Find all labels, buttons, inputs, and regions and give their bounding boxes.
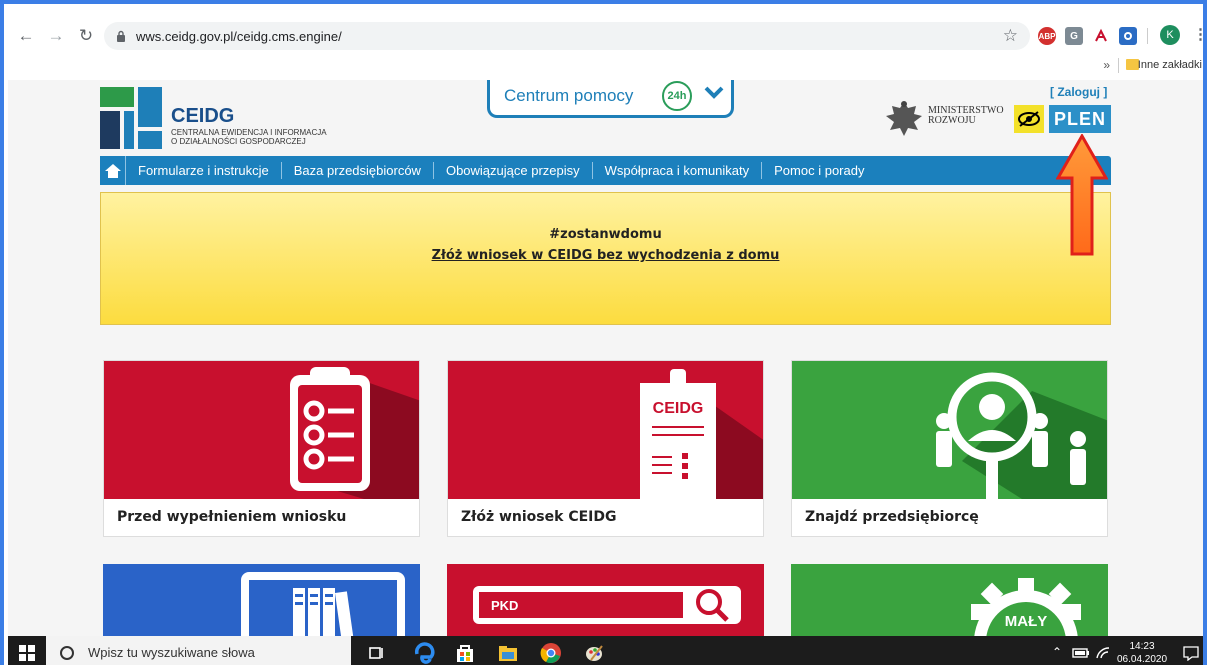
adobe-icon[interactable]: [1092, 27, 1110, 45]
g-extension-icon[interactable]: G: [1065, 27, 1083, 45]
polish-eagle-emblem: [886, 101, 922, 136]
ceidg-logo-mark: [100, 87, 162, 149]
show-hidden-icons-chevron[interactable]: ⌃: [1052, 645, 1062, 659]
tile-image-text: CEIDG: [653, 400, 704, 417]
bookmarks-separator: [1118, 58, 1119, 73]
login-link[interactable]: [ Zaloguj ]: [1050, 85, 1107, 99]
tile-documents[interactable]: [103, 564, 420, 636]
bookmarks-bar: » Inne zakładki: [8, 55, 1203, 77]
help-center-label: Centrum pomocy: [504, 85, 634, 105]
accessibility-eye-icon[interactable]: [1014, 105, 1044, 133]
banner-hashtag: #zostanwdomu: [549, 227, 662, 242]
binders-icon: [241, 572, 405, 636]
tile-image-text: PKD: [491, 598, 518, 613]
forward-button[interactable]: →: [44, 24, 68, 48]
notifications-icon[interactable]: [1183, 645, 1199, 661]
checklist-clipboard-icon: [290, 367, 419, 499]
tile-image-text: MAŁY: [1005, 613, 1048, 630]
lock-icon: [117, 30, 125, 42]
stay-home-banner: #zostanwdomu Złóż wniosek w CEIDG bez wy…: [100, 192, 1111, 325]
menu-icon[interactable]: ⋮: [1193, 25, 1203, 43]
nav-item-help[interactable]: Pomoc i porady: [762, 162, 876, 179]
tile-caption: Przed wypełnieniem wniosku: [117, 509, 347, 525]
clock-date: 06.04.2020: [1117, 654, 1168, 665]
gear-icon: MAŁY: [971, 578, 1081, 636]
clock[interactable]: 14:23 06.04.2020: [1117, 640, 1167, 665]
nav-item-cooperation[interactable]: Współpraca i komunikaty: [593, 162, 763, 179]
tile-image: PKD: [447, 564, 764, 636]
browser-window: ← → ↻ wws.ceidg.gov.pl/ceidg.cms.engine/…: [0, 0, 1207, 665]
box-extension-icon[interactable]: [1119, 27, 1137, 45]
tile-small-zus[interactable]: MAŁY: [791, 564, 1108, 636]
tile-image: [104, 361, 419, 499]
battery-icon[interactable]: [1072, 647, 1090, 658]
ceidg-form-icon: CEIDG: [640, 369, 763, 499]
chevron-down-icon: [704, 86, 724, 99]
bookmark-folder-other[interactable]: Inne zakładki: [1138, 59, 1202, 71]
logo-title: CEIDG: [171, 105, 235, 127]
tile-find-business[interactable]: Znajdź przedsiębiorcę: [791, 360, 1108, 537]
tile-pkd-search[interactable]: PKD: [447, 564, 764, 636]
toolbar-separator: [1147, 28, 1148, 44]
banner-link[interactable]: Złóż wniosek w CEIDG bez wychodzenia z d…: [101, 248, 1110, 263]
edge-browser-icon[interactable]: [413, 642, 435, 664]
logo-subtitle: CENTRALNA EWIDENCJA I INFORMACJA O DZIAŁ…: [171, 128, 327, 146]
bookmarks-overflow-chevron[interactable]: »: [1103, 58, 1110, 72]
wifi-icon[interactable]: [1095, 646, 1111, 659]
find-person-icon: [936, 372, 1107, 499]
profile-avatar[interactable]: K: [1160, 25, 1180, 45]
task-view-icon[interactable]: [366, 642, 388, 664]
tile-caption: Znajdź przedsiębiorcę: [805, 509, 979, 525]
tile-image: MAŁY: [791, 564, 1108, 636]
taskbar-search-placeholder: Wpisz tu wyszukiwane słowa: [88, 645, 255, 660]
search-icon: [60, 645, 74, 660]
page-scrollbar[interactable]: [1203, 80, 1207, 636]
pkd-search-icon: PKD: [473, 586, 741, 624]
nav-item-regulations[interactable]: Obowiązujące przepisy: [434, 162, 593, 179]
tile-submit-application[interactable]: CEIDG Złóż wniosek CEIDG: [447, 360, 764, 537]
tile-image: [103, 564, 420, 636]
file-explorer-icon[interactable]: [497, 642, 519, 664]
page-content: CEIDG CENTRALNA EWIDENCJA I INFORMACJA O…: [8, 80, 1203, 636]
windows-start-icon[interactable]: [19, 645, 35, 661]
nav-item-business-database[interactable]: Baza przedsiębiorców: [282, 162, 434, 179]
tile-caption: Złóż wniosek CEIDG: [461, 509, 617, 525]
chrome-icon[interactable]: [540, 642, 562, 664]
annotation-arrow-up: [1056, 134, 1108, 256]
store-icon[interactable]: [454, 642, 476, 664]
tile-image: [792, 361, 1107, 499]
url-text: wws.ceidg.gov.pl/ceidg.cms.engine/: [136, 28, 342, 44]
windows-taskbar: Wpisz tu wyszukiwane słowa ⌃ 14:23 06.04…: [8, 636, 1203, 665]
nav-item-forms[interactable]: Formularze i instrukcje: [126, 162, 282, 179]
home-icon: [104, 163, 121, 178]
ministry-line-2: ROZWOJU: [928, 115, 976, 126]
bookmark-star-icon[interactable]: ☆: [1003, 26, 1018, 46]
taskbar-search-box[interactable]: Wpisz tu wyszukiwane słowa: [46, 636, 351, 665]
browser-toolbar: ← → ↻ wws.ceidg.gov.pl/ceidg.cms.engine/…: [8, 17, 1203, 55]
home-button[interactable]: [100, 156, 126, 185]
back-button[interactable]: ←: [14, 24, 38, 48]
main-nav: Formularze i instrukcje Baza przedsiębio…: [100, 156, 1111, 185]
plen-sign-language-button[interactable]: PLEN: [1049, 105, 1111, 133]
24h-badge-text: 24h: [667, 90, 687, 102]
reload-button[interactable]: ↻: [74, 24, 98, 48]
24h-badge: 24h: [662, 81, 692, 111]
paint-icon[interactable]: [583, 642, 605, 664]
tile-before-filling[interactable]: Przed wypełnieniem wniosku: [103, 360, 420, 537]
ministry-name: MINISTERSTWO ROZWOJU: [928, 106, 1004, 126]
tile-image: CEIDG: [448, 361, 763, 499]
help-center-button[interactable]: Centrum pomocy 24h: [487, 80, 734, 118]
address-bar[interactable]: wws.ceidg.gov.pl/ceidg.cms.engine/ ☆: [104, 22, 1030, 50]
adblock-icon[interactable]: ABP: [1038, 27, 1056, 45]
clock-time: 14:23: [1129, 641, 1155, 652]
logo-subtitle-line-2: O DZIAŁALNOŚCI GOSPODARCZEJ: [171, 137, 306, 146]
logo-subtitle-line-1: CENTRALNA EWIDENCJA I INFORMACJA: [171, 128, 327, 137]
